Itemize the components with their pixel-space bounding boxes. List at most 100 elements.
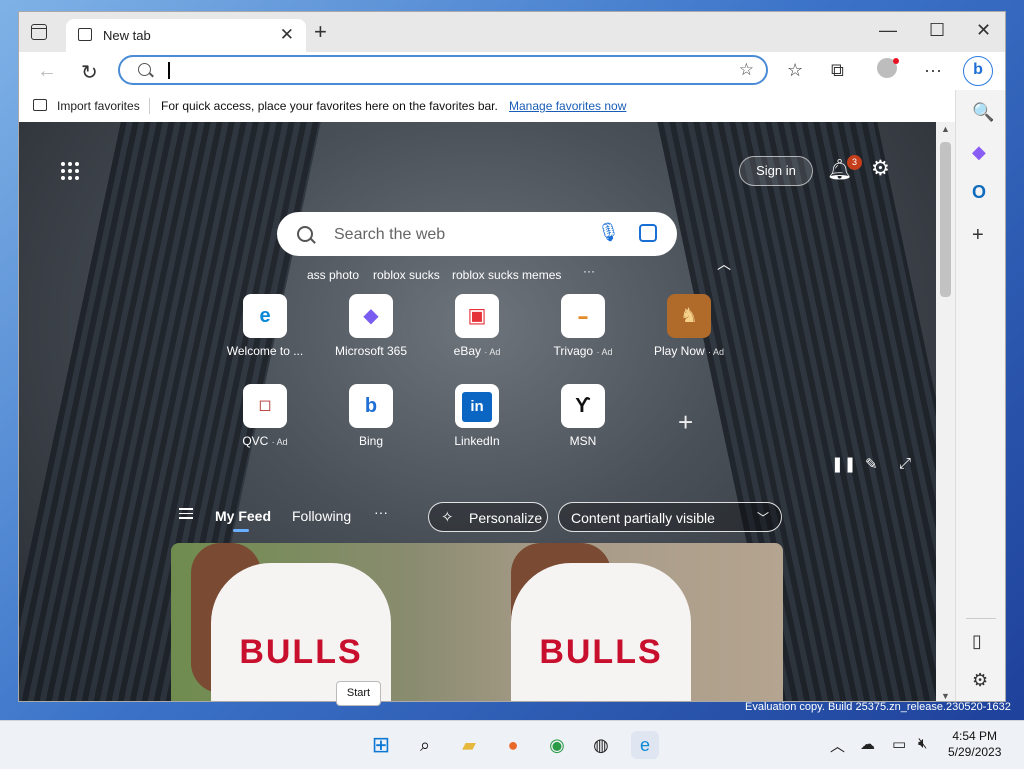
hide-sidebar-icon[interactable]: ▯ bbox=[972, 631, 982, 652]
outlook-icon[interactable]: O bbox=[972, 182, 986, 203]
quick-link-bing[interactable]: b Bing bbox=[326, 384, 416, 448]
edge-icon: e bbox=[243, 294, 287, 338]
onedrive-icon[interactable]: ☁ bbox=[860, 735, 875, 753]
pause-background-icon[interactable]: ❚❚ bbox=[831, 455, 856, 473]
edge-sidebar: 🔍 ◆ O + ▯ ⚙ bbox=[955, 90, 1005, 701]
manage-favorites-link[interactable]: Manage favorites now bbox=[509, 99, 626, 113]
trivago-icon: ▬ bbox=[561, 294, 605, 338]
quick-link-label: Microsoft 365 bbox=[334, 344, 408, 358]
search-icon[interactable]: ⌕ bbox=[411, 731, 439, 759]
quick-link-linkedin[interactable]: in LinkedIn bbox=[432, 384, 522, 448]
content-visibility-value: Content partially visible bbox=[571, 510, 715, 526]
navigation-toolbar: ← ↻ ☆ ☆ ⧉ ··· b bbox=[19, 52, 1005, 90]
notification-badge: 3 bbox=[847, 155, 862, 170]
microphone-icon[interactable]: 🎙︎ bbox=[597, 222, 620, 243]
quick-link-label: LinkedIn bbox=[454, 434, 500, 448]
quick-link-ebay[interactable]: ▣ eBay · Ad bbox=[432, 294, 522, 358]
web-search-input[interactable] bbox=[332, 224, 586, 246]
scrollbar-thumb[interactable] bbox=[940, 142, 951, 297]
tab-following[interactable]: Following bbox=[292, 508, 351, 524]
quick-link-label: QVC · Ad bbox=[242, 434, 288, 448]
edit-background-icon[interactable]: ✎ bbox=[865, 455, 878, 473]
page-settings-gear-icon[interactable]: ⚙ bbox=[871, 156, 890, 181]
feed-hero-image[interactable]: BULLS BULLS bbox=[171, 543, 783, 701]
quick-link-play-now[interactable]: ♞ Play Now · Ad bbox=[644, 294, 734, 358]
tab-close-icon[interactable]: ✕ bbox=[280, 25, 294, 45]
file-explorer-icon[interactable]: ▰ bbox=[455, 731, 483, 759]
start-windows-icon[interactable]: ⊞ bbox=[367, 731, 395, 759]
new-tab-button[interactable]: + bbox=[314, 21, 327, 43]
personalize-label: Personalize bbox=[469, 510, 543, 526]
microsoft365-icon[interactable]: ◆ bbox=[972, 142, 986, 163]
web-search-box[interactable]: 🎙︎ bbox=[277, 212, 677, 256]
evaluation-watermark: Evaluation copy. Build 25375.zn_release.… bbox=[745, 701, 1011, 713]
show-hidden-icons-chevron-up-icon[interactable]: ︿ bbox=[830, 735, 845, 756]
bing-icon: b bbox=[349, 384, 393, 428]
scroll-down-icon[interactable]: ▼ bbox=[941, 691, 950, 701]
edge-taskbar-icon[interactable]: e bbox=[631, 731, 659, 759]
qvc-icon: ◻ bbox=[243, 384, 287, 428]
maximize-button[interactable]: ☐ bbox=[929, 20, 945, 41]
sign-in-button[interactable]: Sign in bbox=[739, 156, 813, 186]
volume-muted-icon[interactable]: 🔇︎ bbox=[918, 735, 927, 752]
content-visibility-dropdown[interactable]: Content partially visible ﹀ bbox=[558, 502, 782, 532]
clock-time: 4:54 PM bbox=[952, 729, 998, 743]
quick-link-qvc[interactable]: ◻ QVC · Ad bbox=[220, 384, 310, 448]
favorites-icon[interactable]: ☆ bbox=[787, 60, 803, 81]
game-icon: ♞ bbox=[667, 294, 711, 338]
personalize-button[interactable]: ✧ Personalize bbox=[428, 502, 548, 532]
obs-icon[interactable]: ◍ bbox=[587, 731, 615, 759]
add-favorite-icon[interactable]: ☆ bbox=[739, 60, 754, 80]
chevron-down-icon: ﹀ bbox=[756, 511, 769, 525]
scroll-up-icon[interactable]: ▲ bbox=[941, 124, 950, 134]
refresh-icon[interactable]: ↻ bbox=[81, 60, 98, 85]
linkedin-icon: in bbox=[455, 384, 499, 428]
quick-link-label: Bing bbox=[358, 434, 384, 448]
sparkle-icon: ✧ bbox=[441, 509, 454, 526]
collections-icon[interactable]: ⧉ bbox=[831, 60, 844, 81]
bing-copilot-icon[interactable]: b bbox=[963, 56, 993, 86]
quick-link-label: Trivago · Ad bbox=[553, 344, 613, 358]
chrome-icon[interactable]: ◉ bbox=[543, 731, 571, 759]
taskbar-clock[interactable]: 4:54 PM 5/29/2023 bbox=[948, 728, 1001, 760]
page-icon bbox=[78, 28, 92, 41]
close-window-button[interactable]: ✕ bbox=[976, 20, 991, 41]
add-sidebar-app-icon[interactable]: + bbox=[972, 224, 984, 247]
quick-link-microsoft365[interactable]: ◆ Microsoft 365 bbox=[326, 294, 416, 358]
new-tab-page: Sign in 🔔︎ 3 ⚙ 🎙︎ ass photo roblox sucks… bbox=[19, 122, 936, 701]
collapse-chevron-up-icon[interactable]: ︿ bbox=[717, 254, 731, 274]
minimize-button[interactable]: — bbox=[879, 20, 897, 41]
tab-my-feed[interactable]: My Feed bbox=[215, 508, 271, 524]
import-favorites-button[interactable]: Import favorites bbox=[57, 99, 140, 113]
trending-search[interactable]: roblox sucks memes bbox=[452, 268, 561, 282]
feed-more-icon[interactable]: ··· bbox=[374, 504, 388, 520]
quick-link-trivago[interactable]: ▬ Trivago · Ad bbox=[538, 294, 628, 358]
sidebar-settings-icon[interactable]: ⚙ bbox=[972, 670, 988, 691]
tab-actions-icon[interactable] bbox=[31, 24, 47, 40]
settings-more-icon[interactable]: ··· bbox=[924, 60, 942, 81]
divider bbox=[149, 98, 150, 114]
tab-new-tab[interactable]: New tab ✕ bbox=[66, 19, 306, 52]
quick-link-welcome[interactable]: e Welcome to ... bbox=[220, 294, 310, 358]
feed-menu-icon[interactable] bbox=[179, 505, 193, 522]
quick-link-msn[interactable]: ϒ MSN bbox=[538, 384, 628, 448]
expand-icon[interactable]: ⤢ bbox=[899, 455, 911, 472]
favorites-bar-message: For quick access, place your favorites h… bbox=[161, 99, 498, 113]
profile-avatar-icon[interactable] bbox=[877, 58, 899, 83]
trending-search[interactable]: ass photo bbox=[307, 268, 359, 282]
trending-more-icon[interactable]: ··· bbox=[583, 264, 595, 278]
back-icon[interactable]: ← bbox=[37, 60, 57, 83]
address-input[interactable] bbox=[164, 61, 708, 81]
address-bar[interactable]: ☆ bbox=[118, 55, 768, 85]
search-icon[interactable]: 🔍 bbox=[972, 102, 994, 123]
firefox-icon[interactable]: ● bbox=[499, 731, 527, 759]
quick-link-label: Play Now · Ad bbox=[653, 344, 725, 358]
browser-window: New tab ✕ + — ☐ ✕ ← ↻ ☆ ☆ ⧉ ··· b Import… bbox=[18, 11, 1006, 702]
clock-date: 5/29/2023 bbox=[948, 745, 1002, 759]
apps-launcher-icon[interactable] bbox=[61, 162, 81, 182]
visual-search-icon[interactable] bbox=[639, 224, 657, 242]
add-quick-link-icon[interactable]: + bbox=[678, 407, 693, 438]
page-scrollbar[interactable]: ▲ ▼ bbox=[936, 122, 955, 701]
trending-search[interactable]: roblox sucks bbox=[373, 268, 440, 282]
network-icon[interactable]: ▭ bbox=[892, 735, 906, 753]
